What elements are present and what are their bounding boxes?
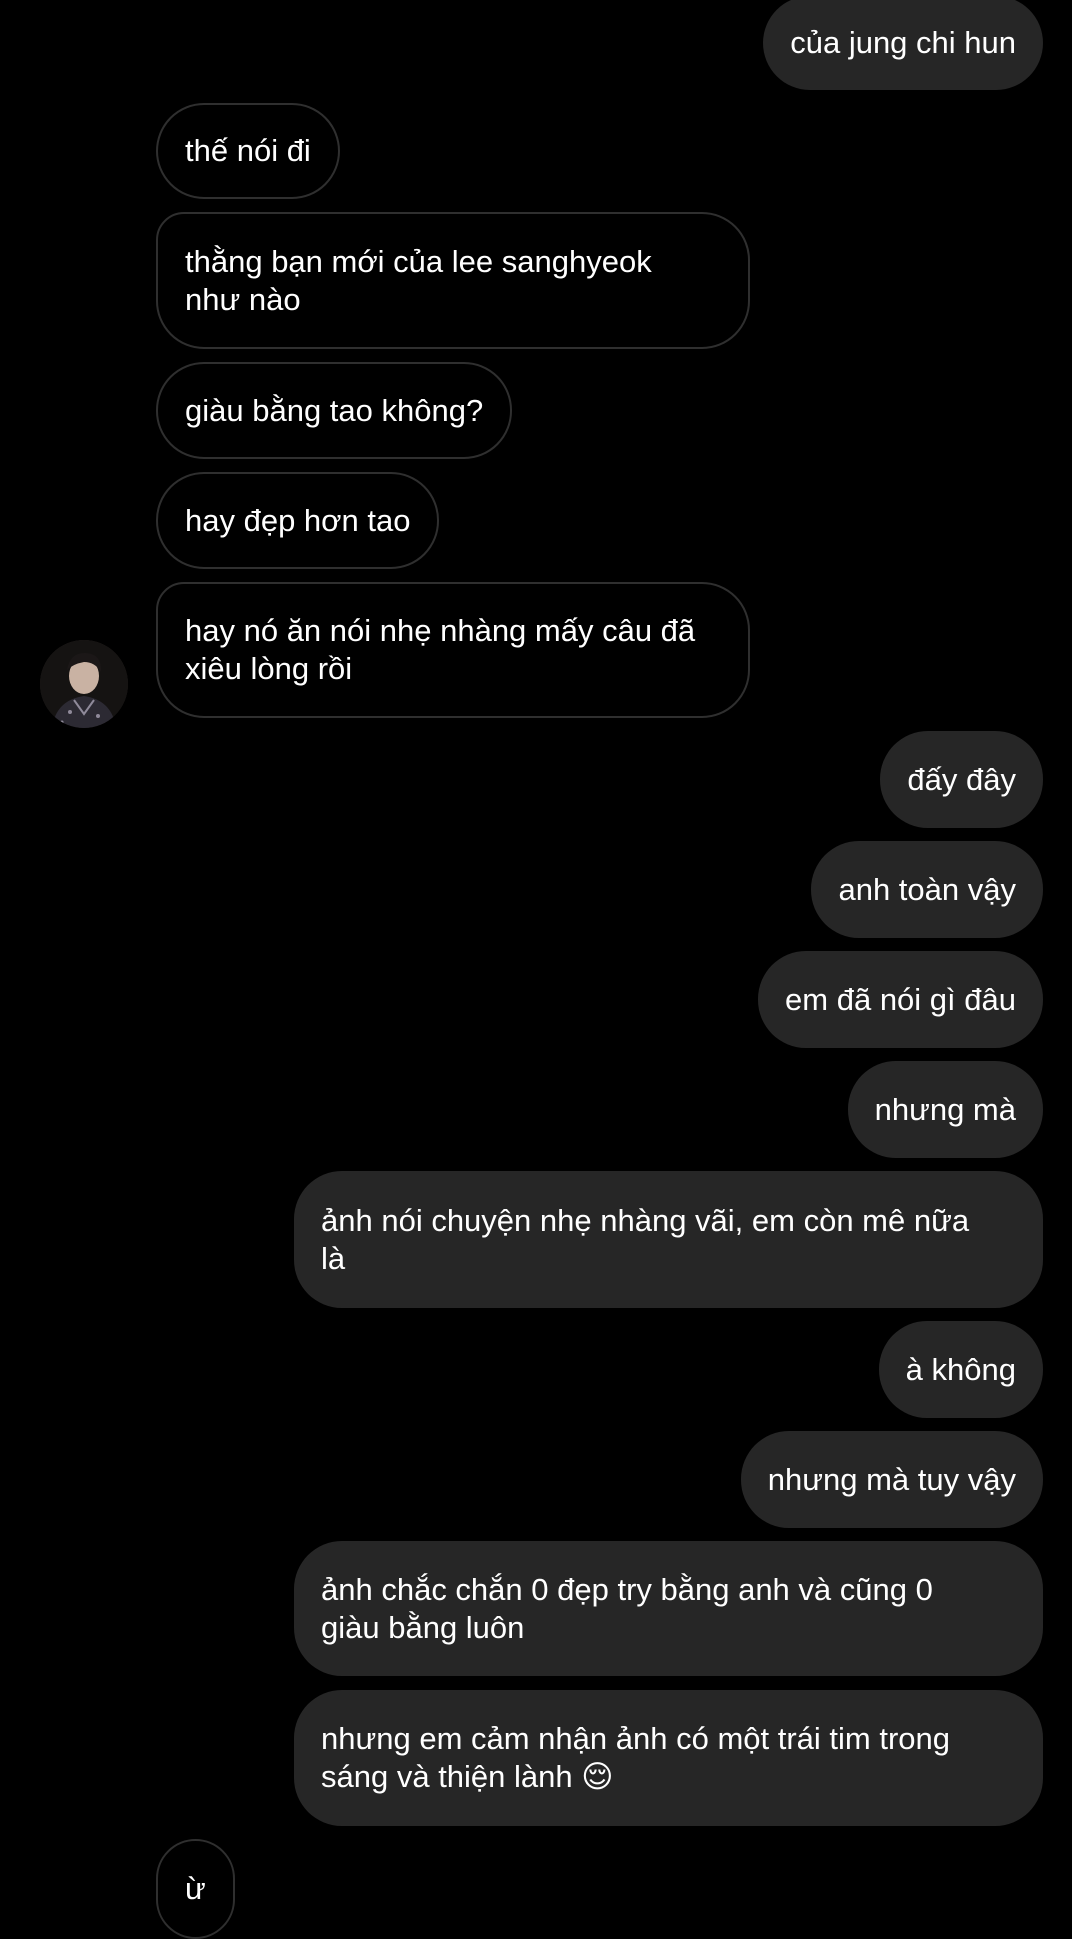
message-outgoing[interactable]: của jung chi hun [763,0,1043,90]
message-outgoing[interactable]: em đã nói gì đâu [758,951,1043,1048]
message-incoming[interactable]: hay nó ăn nói nhẹ nhàng mấy câu đã xiêu … [156,582,750,718]
message-outgoing[interactable]: anh toàn vậy [811,841,1043,938]
message-incoming[interactable]: hay đẹp hơn tao [156,472,440,569]
user-avatar-icon [40,640,128,728]
message-incoming[interactable]: ừ [156,1839,235,1939]
chat-thread: của jung chi hun thế nói đi thằng bạn mớ… [0,0,1072,1939]
message-incoming[interactable]: thằng bạn mới của lee sanghyeok như nào [156,212,750,349]
message-outgoing[interactable]: à không [878,1321,1043,1418]
message-outgoing[interactable]: ảnh chắc chắn 0 đẹp try bằng anh và cũng… [294,1541,1043,1676]
message-outgoing[interactable]: ảnh nói chuyện nhẹ nhàng vãi, em còn mê … [294,1171,1043,1308]
message-outgoing[interactable]: nhưng em cảm nhận ảnh có một trái tim tr… [294,1690,1043,1826]
message-incoming[interactable]: thế nói đi [156,103,340,199]
contact-avatar[interactable] [40,640,128,728]
message-outgoing[interactable]: nhưng mà [847,1061,1043,1158]
message-incoming[interactable]: giàu bằng tao không? [156,362,513,459]
message-outgoing[interactable]: nhưng mà tuy vậy [740,1431,1043,1528]
message-outgoing[interactable]: đấy đây [880,731,1043,828]
